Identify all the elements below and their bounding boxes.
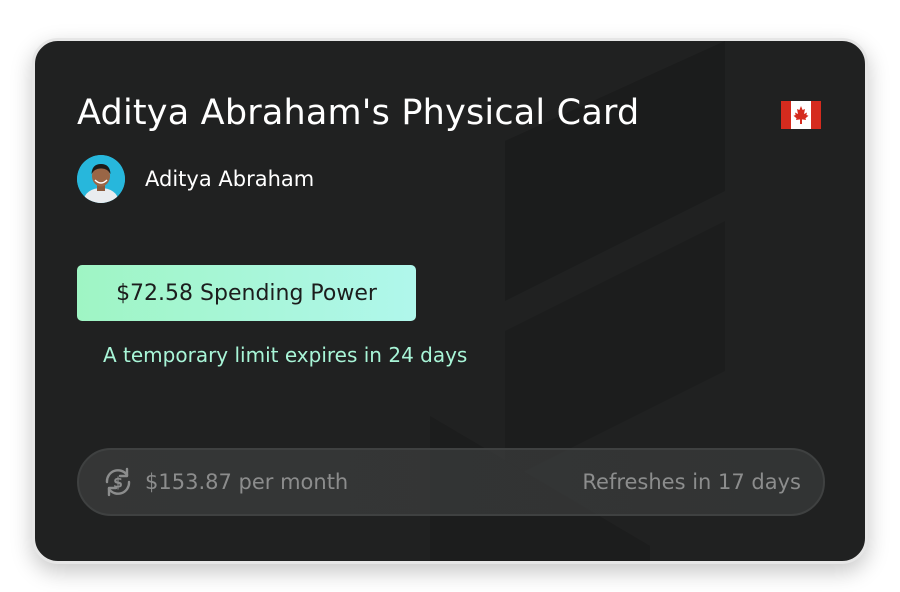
card-title: Aditya Abraham's Physical Card — [77, 93, 640, 133]
owner-name: Aditya Abraham — [145, 167, 315, 191]
monthly-limit-amount: $153.87 per month — [145, 470, 349, 494]
refresh-dollar-icon: $ — [105, 467, 131, 497]
svg-text:$: $ — [113, 476, 123, 492]
avatar[interactable] — [77, 155, 125, 203]
card-owner: Aditya Abraham — [77, 155, 314, 203]
canada-flag-icon — [781, 101, 821, 129]
spending-power-badge: $72.58 Spending Power — [77, 265, 416, 321]
monthly-limit-bar: $ $153.87 per month Refreshes in 17 days — [77, 448, 825, 516]
user-avatar-icon — [77, 155, 125, 203]
refresh-countdown: Refreshes in 17 days — [582, 470, 801, 494]
temporary-limit-note: A temporary limit expires in 24 days — [103, 343, 468, 367]
card-panel[interactable]: Aditya Abraham's Physical Card Aditya Ab… — [32, 38, 868, 564]
